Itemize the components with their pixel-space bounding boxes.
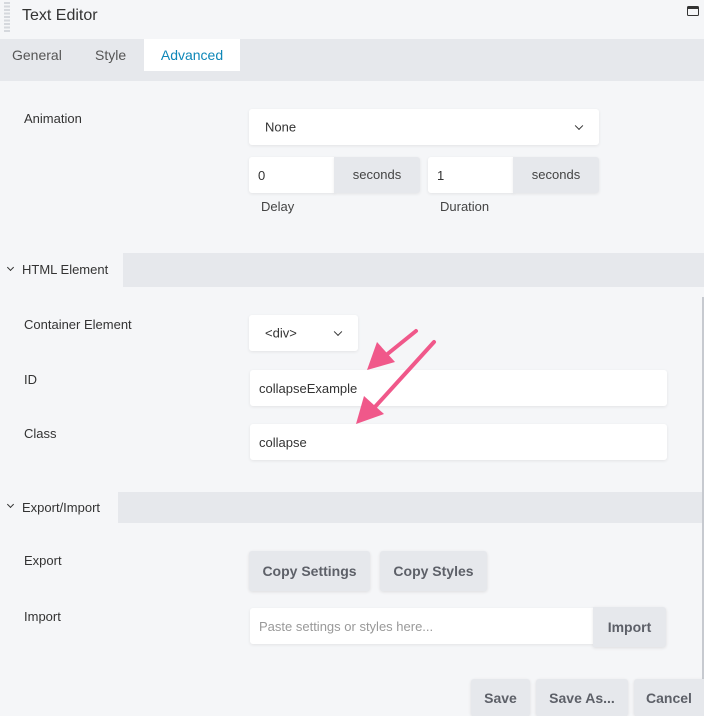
import-label: Import bbox=[24, 609, 61, 624]
duration-label: Duration bbox=[440, 199, 490, 214]
save-as-button[interactable]: Save As... bbox=[536, 679, 628, 716]
delay-input[interactable] bbox=[249, 157, 335, 193]
chevron-down-icon bbox=[6, 263, 15, 272]
tab-general[interactable]: General bbox=[12, 39, 62, 71]
export-import-section-header: Export/Import bbox=[0, 492, 704, 523]
section-title: HTML Element bbox=[22, 262, 109, 277]
window-maximize-icon[interactable] bbox=[687, 6, 699, 16]
scrollbar[interactable] bbox=[702, 297, 704, 716]
copy-styles-button[interactable]: Copy Styles bbox=[380, 551, 487, 591]
chevron-down-icon bbox=[333, 327, 343, 337]
chevron-down-icon bbox=[6, 500, 15, 509]
panel-title: Text Editor bbox=[22, 7, 98, 24]
duration-input[interactable] bbox=[428, 157, 514, 193]
animation-label: Animation bbox=[24, 111, 82, 126]
id-field[interactable] bbox=[250, 370, 667, 406]
delay-unit: seconds bbox=[334, 157, 420, 193]
container-element-label: Container Element bbox=[24, 317, 132, 332]
delay-label: Delay bbox=[261, 199, 295, 214]
animation-select[interactable]: None bbox=[249, 109, 599, 145]
class-label: Class bbox=[24, 426, 57, 441]
annotation-arrow-id bbox=[367, 329, 418, 370]
container-element-select[interactable]: <div> bbox=[249, 315, 358, 351]
drag-handle-icon[interactable] bbox=[4, 2, 10, 32]
duration-unit: seconds bbox=[513, 157, 599, 193]
title-bar[interactable]: Text Editor bbox=[0, 0, 704, 39]
html-element-section-header: HTML Element bbox=[0, 253, 704, 287]
class-field[interactable] bbox=[250, 424, 667, 460]
export-import-toggle[interactable]: Export/Import bbox=[0, 492, 118, 523]
save-button[interactable]: Save bbox=[471, 679, 530, 716]
import-input[interactable] bbox=[250, 608, 593, 644]
import-button[interactable]: Import bbox=[593, 607, 666, 647]
tab-advanced[interactable]: Advanced bbox=[144, 39, 240, 71]
export-label: Export bbox=[24, 553, 62, 568]
html-element-toggle[interactable]: HTML Element bbox=[0, 253, 123, 287]
tab-style[interactable]: Style bbox=[95, 39, 126, 71]
copy-settings-button[interactable]: Copy Settings bbox=[249, 551, 370, 591]
animation-select-value: None bbox=[265, 119, 297, 135]
id-label: ID bbox=[24, 372, 37, 387]
container-element-value: <div> bbox=[265, 325, 297, 341]
tab-bar: General Style Advanced bbox=[0, 39, 704, 120]
text-editor-panel: Text Editor General Style Advanced Anima… bbox=[0, 0, 704, 716]
cancel-button[interactable]: Cancel bbox=[634, 679, 704, 716]
chevron-down-icon bbox=[574, 121, 584, 131]
section-title: Export/Import bbox=[22, 500, 101, 515]
